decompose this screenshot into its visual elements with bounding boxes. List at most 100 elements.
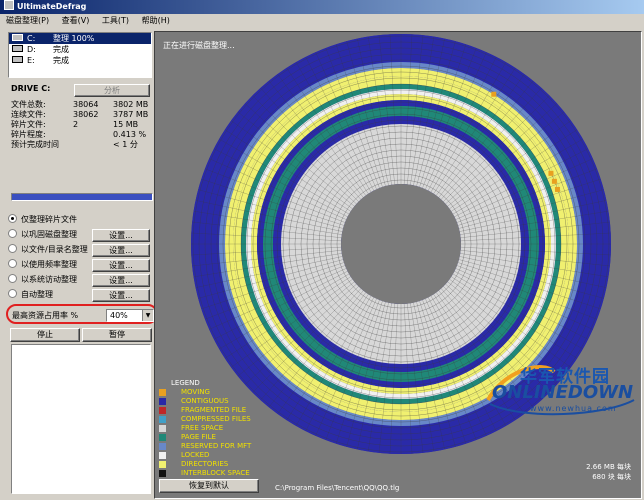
legend-label: COMPRESSED FILES (181, 415, 251, 423)
settings-button[interactable]: 设置... (92, 274, 150, 287)
settings-button[interactable]: 设置... (92, 259, 150, 272)
legend-label: DIRECTORIES (181, 460, 229, 468)
legend-item: FRAGMENTED FILE (159, 406, 269, 415)
legend-item: RESERVED FOR MFT (159, 442, 269, 451)
max-resource-label: 最高资源占用率 % (12, 311, 79, 320)
legend-swatch (159, 389, 166, 396)
settings-button[interactable]: 设置... (92, 229, 150, 242)
stat-value: 38064 (73, 100, 99, 109)
menu-defrag[interactable]: 磁盘整理(P) (6, 16, 49, 25)
stat-label: 预计完成时间 (11, 140, 59, 149)
radio-button[interactable] (8, 244, 17, 253)
drive-list[interactable]: C: 整理 100% D: 完成 E: 完成 (8, 32, 152, 78)
app-window: UltimateDefrag 磁盘整理(P) 查看(V) 工具(T) 帮助(H)… (0, 0, 644, 500)
legend-swatch (159, 398, 166, 405)
legend-swatch (159, 470, 166, 477)
menu-tools[interactable]: 工具(T) (102, 16, 129, 25)
legend-item: LOCKED (159, 451, 269, 460)
drive-name: D: (27, 45, 36, 54)
legend-label: CONTIGUOUS (181, 397, 229, 405)
settings-button[interactable]: 设置... (92, 289, 150, 302)
current-file-path: C:\Program Files\Tencent\QQ\QQ.tlg (275, 484, 400, 492)
drive-item-c[interactable]: C: 整理 100% (9, 33, 151, 44)
legend-label: LOCKED (181, 451, 210, 459)
option-row[interactable]: 以巩固磁盘整理 (8, 229, 77, 241)
block-size: 2.66 MB 每块 (586, 463, 631, 471)
left-panel: C: 整理 100% D: 完成 E: 完成 DRIVE C: 分析 文件总数:… (6, 30, 158, 496)
drive-item-d[interactable]: D: 完成 (9, 44, 151, 55)
legend-swatch (159, 425, 166, 432)
legend-swatch (159, 461, 166, 468)
stat-row: 预计完成时间 < 1 分 (11, 140, 151, 150)
radio-button[interactable] (8, 274, 17, 283)
option-label: 以文件/目录名整理 (21, 245, 88, 254)
max-resource-select[interactable]: 40% ▼ (106, 309, 154, 322)
pause-button[interactable]: 暂停 (82, 328, 152, 342)
legend-label: PAGE FILE (181, 433, 216, 441)
legend-swatch (159, 443, 166, 450)
option-label: 仅整理碎片文件 (21, 215, 77, 224)
option-label: 自动整理 (21, 290, 53, 299)
app-icon (4, 0, 14, 10)
block-info: 2.66 MB 每块 680 块 每块 (586, 462, 631, 482)
radio-button[interactable] (8, 229, 17, 238)
watermark-url: www.newhua.com (530, 404, 617, 413)
block-count: 680 块 每块 (592, 473, 631, 481)
legend-item: PAGE FILE (159, 433, 269, 442)
option-label: 以系统访动整理 (21, 275, 77, 284)
drive-name: C: (27, 34, 36, 43)
drive-status: 完成 (53, 45, 69, 54)
stat-label: 文件总数: (11, 100, 46, 109)
option-row[interactable]: 仅整理碎片文件 (8, 214, 77, 226)
menu-view[interactable]: 查看(V) (62, 16, 90, 25)
option-row[interactable]: 以使用频率整理 (8, 259, 77, 271)
legend-item: FREE SPACE (159, 424, 269, 433)
stat-value: 15 MB (113, 120, 139, 129)
watermark-en: ONLINEDOWN (492, 382, 634, 403)
option-label: 以使用频率整理 (21, 260, 77, 269)
stat-value: 38062 (73, 110, 99, 119)
radio-button[interactable] (8, 214, 17, 223)
drive-icon (12, 45, 23, 52)
drive-item-e[interactable]: E: 完成 (9, 55, 151, 66)
legend-label: INTERBLOCK SPACE (181, 469, 250, 477)
stop-button[interactable]: 停止 (10, 328, 80, 342)
dropdown-arrow-icon[interactable]: ▼ (142, 310, 153, 321)
stat-row: 文件总数: 38064 3802 MB (11, 100, 151, 110)
legend-swatch (159, 434, 166, 441)
restore-default-button[interactable]: 恢复到默认 (159, 479, 259, 493)
legend-swatch (159, 416, 166, 423)
radio-button[interactable] (8, 259, 17, 268)
window-title: UltimateDefrag (17, 2, 87, 11)
drive-icon (12, 56, 23, 63)
legend-item: COMPRESSED FILES (159, 415, 269, 424)
legend-label: MOVING (181, 388, 210, 396)
stat-value: 3787 MB (113, 110, 149, 119)
legend-item: MOVING (159, 388, 269, 397)
legend-label: FREE SPACE (181, 424, 224, 432)
settings-button[interactable]: 设置... (92, 244, 150, 257)
stat-label: 连续文件: (11, 110, 46, 119)
legend-item: CONTIGUOUS (159, 397, 269, 406)
menu-bar: 磁盘整理(P) 查看(V) 工具(T) 帮助(H) (0, 14, 644, 28)
map-status: 正在进行磁盘整理... (163, 41, 235, 50)
stat-value: 0.413 % (113, 130, 147, 139)
option-row[interactable]: 以文件/目录名整理 (8, 244, 88, 256)
option-label: 以巩固磁盘整理 (21, 230, 77, 239)
stat-row: 碎片程度: 0.413 % (11, 130, 151, 140)
legend-item: INTERBLOCK SPACE (159, 469, 269, 478)
menu-help[interactable]: 帮助(H) (142, 16, 170, 25)
option-row[interactable]: 以系统访动整理 (8, 274, 77, 286)
option-row[interactable]: 自动整理 (8, 289, 53, 301)
progress-bar (11, 193, 153, 201)
stat-row: 连续文件: 38062 3787 MB (11, 110, 151, 120)
radio-button[interactable] (8, 289, 17, 298)
legend-title: LEGEND (171, 379, 200, 387)
watermark-logo: 华军软件园 ONLINEDOWN www.newhua.com (484, 360, 636, 420)
analyze-button[interactable]: 分析 (74, 84, 150, 97)
legend-swatch (159, 452, 166, 459)
drive-stats: 文件总数: 38064 3802 MB 连续文件: 38062 3787 MB 碎片文件… (11, 100, 151, 150)
log-box (11, 344, 151, 494)
title-bar: UltimateDefrag (0, 0, 644, 14)
legend: LEGEND MOVING CONTIGUOUS FRAGMENTED FILE CO… (159, 378, 269, 478)
